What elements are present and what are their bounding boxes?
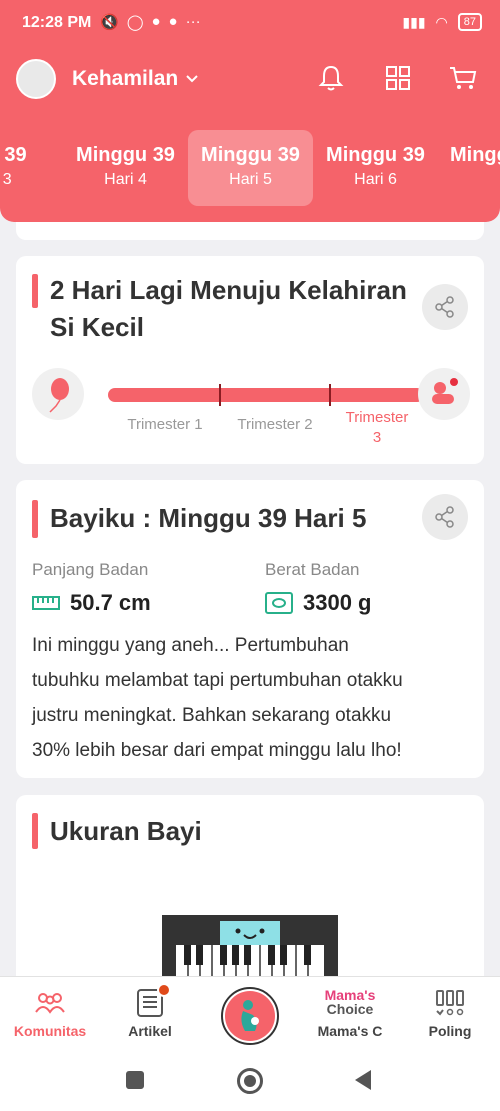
nav-komunitas[interactable]: Komunitas xyxy=(5,987,95,1039)
notification-icons: 🔇 ◯ ● ● ··· xyxy=(100,13,201,31)
nav-mamas-label: Mama's C xyxy=(317,1023,383,1039)
scale-icon xyxy=(265,592,293,614)
back-button[interactable] xyxy=(353,1069,373,1091)
baby-description: Ini minggu yang aneh... Pertumbuhan tubu… xyxy=(32,635,403,761)
battery-icon: 87 xyxy=(457,13,482,31)
trimester-divider xyxy=(329,384,331,406)
week-tab-active[interactable]: Minggu 39 Hari 5 xyxy=(188,130,313,206)
length-value: 50.7 cm xyxy=(70,590,151,615)
size-heading: Ukuran Bayi xyxy=(32,813,202,850)
baby-crawl-icon xyxy=(418,368,470,420)
accent-bar xyxy=(32,813,38,849)
nav-poling[interactable]: Poling xyxy=(405,987,495,1039)
length-label: Panjang Badan xyxy=(32,560,149,579)
share-button[interactable] xyxy=(422,284,468,330)
nav-artikel-label: Artikel xyxy=(128,1023,172,1039)
community-icon xyxy=(35,993,65,1014)
facebook-icon: ● xyxy=(151,13,161,30)
countdown-title: 2 Hari Lagi Menuju Kelahiran Si Kecil xyxy=(50,275,407,342)
nav-mamas-choice[interactable]: Mama's Choice Mama's C xyxy=(305,987,395,1039)
signal-icon: ▮▮▮ xyxy=(402,13,426,30)
nav-pregnancy-button[interactable] xyxy=(221,987,279,1045)
accent-bar xyxy=(32,500,38,538)
countdown-card: 2 Hari Lagi Menuju Kelahiran Si Kecil Tr… xyxy=(16,256,484,464)
notification-badge xyxy=(157,983,171,997)
week-tab[interactable]: Minggu 39 Hari 4 xyxy=(63,130,188,206)
week-tab[interactable]: Minggu 39 Hari 6 xyxy=(313,130,438,206)
ruler-icon xyxy=(32,596,60,610)
baby-title: Bayiku : Minggu 39 Hari 5 xyxy=(50,503,367,533)
trimester-2-label: Trimester 2 xyxy=(237,416,313,433)
nav-komunitas-label: Komunitas xyxy=(13,1023,87,1039)
nav-artikel[interactable]: Artikel xyxy=(105,983,195,1039)
trimester-progress: Trimester 1 Trimester 2 Trimester 3 xyxy=(32,368,470,448)
weight-stat: 3300 g xyxy=(265,590,372,616)
baby-heading: Bayiku : Minggu 39 Hari 5 xyxy=(32,500,366,538)
recents-button[interactable] xyxy=(126,1071,144,1089)
trimester-1-label: Trimester 1 xyxy=(127,416,203,433)
trimester-3-label: Trimester 3 xyxy=(345,409,409,446)
share-icon xyxy=(435,296,454,318)
avatar[interactable] xyxy=(16,59,56,99)
week-tab[interactable]: Mingg xyxy=(440,130,500,206)
length-stat: 50.7 cm xyxy=(32,590,151,616)
weight-label: Berat Badan xyxy=(265,560,360,579)
bottom-nav: Komunitas Artikel Mama's Choice Mama's C xyxy=(0,976,500,1051)
mamas-choice-logo: Mama's xyxy=(324,987,376,1003)
countdown-heading: 2 Hari Lagi Menuju Kelahiran Si Kecil xyxy=(32,272,407,346)
status-bar: 12:28 PM 🔇 ◯ ● ● ··· ▮▮▮ ◠ 87 xyxy=(0,0,500,50)
cart-icon[interactable] xyxy=(448,63,478,93)
system-icons: ▮▮▮ ◠ 87 xyxy=(402,13,482,31)
home-button[interactable] xyxy=(237,1068,263,1094)
baby-card: Bayiku : Minggu 39 Hari 5 Panjang Badan … xyxy=(16,480,484,778)
size-title: Ukuran Bayi xyxy=(50,816,202,846)
whatsapp-icon: ◯ xyxy=(126,14,144,31)
balloon-icon xyxy=(32,368,84,420)
poll-icon xyxy=(436,990,464,1016)
app-bar: Kehamilan xyxy=(0,55,500,105)
header: 12:28 PM 🔇 ◯ ● ● ··· ▮▮▮ ◠ 87 Kehamilan xyxy=(0,0,500,222)
week-tabs: gu 39 ri 3 Minggu 39 Hari 4 Minggu 39 Ha… xyxy=(0,130,500,206)
baby-size-card: Ukuran Bayi xyxy=(16,795,484,995)
chrome-icon: ● xyxy=(168,13,178,30)
progress-bar xyxy=(108,384,424,406)
pregnancy-selector[interactable]: Kehamilan xyxy=(72,67,200,91)
share-icon xyxy=(435,506,454,528)
page-title: Kehamilan xyxy=(72,67,179,90)
nav-poling-label: Poling xyxy=(428,1023,472,1039)
wifi-icon: ◠ xyxy=(435,13,448,30)
weight-value: 3300 g xyxy=(303,590,372,615)
mute-icon: 🔇 xyxy=(100,14,119,31)
trimester-divider xyxy=(219,384,221,406)
grid-icon[interactable] xyxy=(383,63,413,93)
week-tab[interactable]: gu 39 ri 3 xyxy=(0,130,63,206)
status-time: 12:28 PM xyxy=(22,14,92,31)
accent-bar xyxy=(32,274,38,308)
chevron-down-icon xyxy=(186,75,198,83)
share-button[interactable] xyxy=(422,494,468,540)
bell-icon[interactable] xyxy=(316,63,346,93)
more-icon: ··· xyxy=(185,13,201,30)
pregnancy-icon xyxy=(225,991,275,1041)
mamas-choice-logo-line2: Choice xyxy=(326,1001,374,1017)
system-nav-bar xyxy=(0,1051,500,1111)
piano-illustration xyxy=(162,915,338,979)
